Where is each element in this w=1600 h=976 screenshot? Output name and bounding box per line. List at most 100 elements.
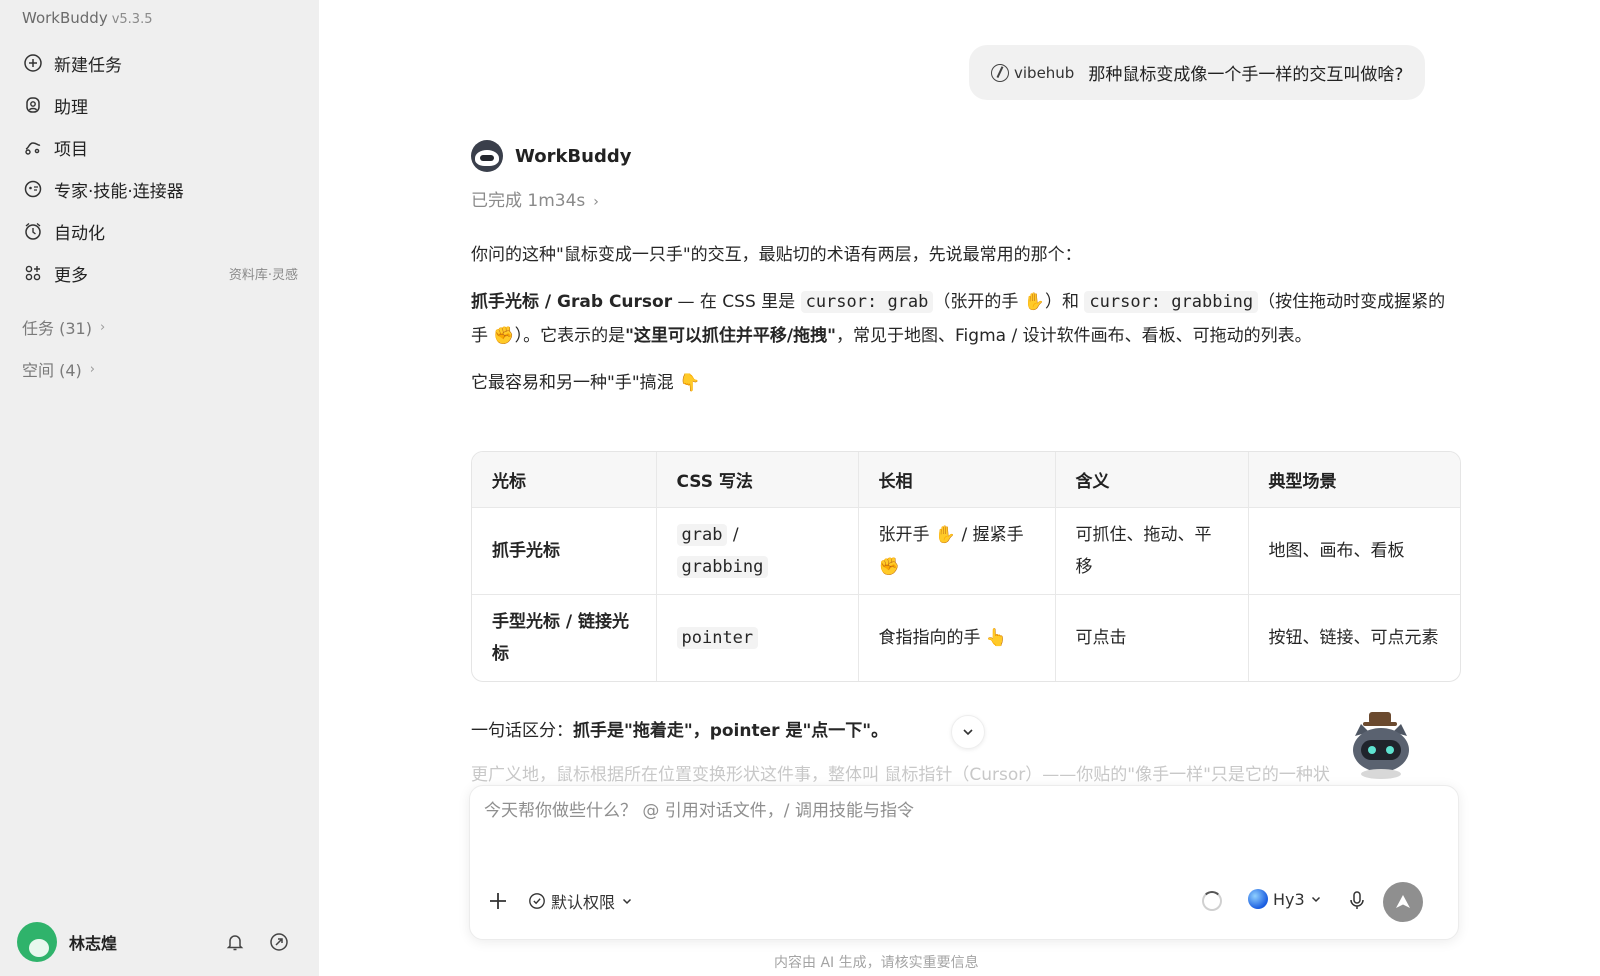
sidebar-item-more[interactable]: 更多 资料库·灵感 xyxy=(14,252,306,294)
avatar[interactable] xyxy=(17,922,57,962)
loading-spinner-icon xyxy=(1202,891,1222,911)
code-grabbing: grabbing xyxy=(676,555,769,578)
table-cell: 按钮、链接、可点元素 xyxy=(1268,627,1439,648)
table-cell: 可抓住、拖动、平移 xyxy=(1055,507,1249,595)
completion-status-text: 已完成 1m34s xyxy=(471,191,586,211)
chevron-right-icon: › xyxy=(593,194,599,210)
text-span: （张开的手 ✋）和 xyxy=(933,292,1085,312)
sidebar-item-label: 新建任务 xyxy=(54,55,122,76)
table-cell: 可点击 xyxy=(1055,594,1249,681)
user-name: 林志煌 xyxy=(69,934,118,953)
tasks-group-label: 任务 (31) xyxy=(22,319,92,338)
answer-paragraph-2: 抓手光标 / Grab Cursor — 在 CSS 里是 cursor: gr… xyxy=(471,285,1451,353)
app-version: v5.3.5 xyxy=(111,12,153,27)
summary-line: 一句话区分：抓手是"拖着走"，pointer 是"点一下"。 xyxy=(471,714,888,748)
sidebar-item-label: 自动化 xyxy=(54,223,105,244)
table-cell: 地图、画布、看板 xyxy=(1248,507,1460,595)
table-cell: pointer xyxy=(656,594,859,681)
table-cell: 手型光标 / 链接光标 xyxy=(472,594,657,681)
sidebar-item-experts[interactable]: 专家·技能·连接器 xyxy=(14,168,306,210)
table-header: 长相 xyxy=(858,452,1056,508)
summary-bold: 抓手是"拖着走"，pointer 是"点一下"。 xyxy=(573,721,889,741)
model-selector[interactable]: Hy3 xyxy=(1248,889,1322,909)
permission-selector[interactable]: 默认权限 xyxy=(528,889,633,913)
user-profile: 林志煌 xyxy=(17,920,307,964)
chevron-right-icon: › xyxy=(89,361,95,377)
scroll-down-button[interactable] xyxy=(951,715,985,749)
assistant-icon xyxy=(22,94,44,116)
table-header-row: 光标 CSS 写法 长相 含义 典型场景 xyxy=(472,452,1460,508)
code-grab: grab xyxy=(676,523,728,546)
completion-status[interactable]: 已完成 1m34s › xyxy=(471,186,599,211)
app-brand: WorkBuddy v5.3.5 xyxy=(22,9,152,27)
plus-circle-icon xyxy=(22,52,44,74)
chevron-down-icon xyxy=(1311,896,1320,903)
summary-prefix: 一句话区分： xyxy=(471,721,573,741)
sidebar: WorkBuddy v5.3.5 新建任务 助理 项目 专家·技能·连接器 自动… xyxy=(0,0,319,976)
chevron-down-icon xyxy=(622,898,632,905)
spaces-group-label: 空间 (4) xyxy=(22,361,82,380)
code-cursor-grab: cursor: grab xyxy=(800,291,934,313)
table-row: 手型光标 / 链接光标 pointer 食指指向的手 👆 可点击 按钮、链接、可… xyxy=(472,594,1460,681)
chevron-down-icon xyxy=(963,729,973,736)
table-header: 含义 xyxy=(1055,452,1249,508)
expert-icon xyxy=(22,178,44,200)
sidebar-item-automation[interactable]: 自动化 xyxy=(14,210,306,252)
context-chip[interactable]: vibehub xyxy=(991,63,1075,82)
composer-placeholder[interactable]: 今天帮你做些什么？ @ 引用对话文件，/ 调用技能与指令 xyxy=(484,796,914,821)
answer-paragraph-3: 它最容易和另一种"手"搞混 👇 xyxy=(471,373,701,393)
code-cursor-grabbing: cursor: grabbing xyxy=(1084,291,1259,313)
table-header: CSS 写法 xyxy=(656,452,859,508)
send-arrow-icon xyxy=(1396,895,1410,908)
faded-text: 更广义地，鼠标根据所在位置变换形状这件事，整体叫 鼠标指针（Cursor）——你… xyxy=(471,765,1330,782)
apps-icon xyxy=(22,262,44,284)
code-pointer: pointer xyxy=(676,626,759,649)
table-header: 光标 xyxy=(472,452,657,508)
sidebar-item-assistant[interactable]: 助理 xyxy=(14,84,306,126)
slash-circle-icon xyxy=(991,63,1009,82)
sidebar-item-new-task[interactable]: 新建任务 xyxy=(14,42,306,84)
plus-icon[interactable] xyxy=(486,889,510,913)
context-chip-label: vibehub xyxy=(1014,63,1075,82)
cursor-comparison-table: 光标 CSS 写法 长相 含义 典型场景 抓手光标 grab / grabbing… xyxy=(471,451,1461,682)
table-header: 典型场景 xyxy=(1248,452,1460,508)
assistant-name: WorkBuddy xyxy=(515,145,632,167)
model-orb-icon xyxy=(1248,889,1268,909)
sidebar-item-label: 专家·技能·连接器 xyxy=(54,181,184,202)
user-message: vibehub 那种鼠标变成像一个手一样的交互叫做啥? xyxy=(969,45,1426,100)
message-composer[interactable]: 今天帮你做些什么？ @ 引用对话文件，/ 调用技能与指令 默认权限 Hy3 xyxy=(469,785,1459,940)
chat-area: vibehub 那种鼠标变成像一个手一样的交互叫做啥? WorkBuddy 已完… xyxy=(319,0,1600,976)
bell-icon[interactable] xyxy=(223,930,247,954)
table-cell: 抓手光标 xyxy=(472,507,657,595)
table-cell: 食指指向的手 👆 xyxy=(858,594,1056,681)
text-span: ，常见于地图、Figma / 设计软件画布、看板、可拖动的列表。 xyxy=(836,326,1312,346)
term-grab-cursor: 抓手光标 / Grab Cursor xyxy=(471,292,673,312)
assistant-header: WorkBuddy xyxy=(471,140,631,172)
sidebar-item-extra: 资料库·灵感 xyxy=(228,267,298,283)
text-span: — 在 CSS 里是 xyxy=(672,292,801,312)
send-button[interactable] xyxy=(1383,882,1423,922)
mascot-robot-cat[interactable] xyxy=(1341,710,1421,780)
link-icon[interactable] xyxy=(267,930,291,954)
project-icon xyxy=(22,136,44,158)
sidebar-item-label: 项目 xyxy=(54,139,88,160)
tasks-group[interactable]: 任务 (31) › xyxy=(22,315,105,339)
ai-disclaimer: 内容由 AI 生成，请核实重要信息 xyxy=(774,955,979,971)
table-row: 抓手光标 grab / grabbing 张开手 ✋ / 握紧手 ✊ 可抓住、拖动… xyxy=(472,507,1460,595)
table-cell: grab / grabbing xyxy=(656,507,859,595)
emphasis-text: "这里可以抓住并平移/拖拽" xyxy=(625,326,837,346)
sidebar-nav: 新建任务 助理 项目 专家·技能·连接器 自动化 更多 资料库·灵感 xyxy=(14,42,306,294)
chevron-right-icon: › xyxy=(99,319,106,335)
user-message-text: 那种鼠标变成像一个手一样的交互叫做啥? xyxy=(1088,65,1404,85)
assistant-logo xyxy=(471,140,503,172)
model-label: Hy3 xyxy=(1273,889,1305,909)
spaces-group[interactable]: 空间 (4) › xyxy=(22,357,95,381)
alarm-clock-icon xyxy=(22,220,44,242)
microphone-icon[interactable] xyxy=(1346,889,1368,911)
sidebar-item-label: 助理 xyxy=(54,97,88,118)
sidebar-item-project[interactable]: 项目 xyxy=(14,126,306,168)
app-name: WorkBuddy xyxy=(22,9,108,27)
shield-check-icon xyxy=(529,893,545,909)
answer-paragraph-1: 你问的这种"鼠标变成一只手"的交互，最贴切的术语有两层，先说最常用的那个： xyxy=(471,245,1082,265)
permission-label: 默认权限 xyxy=(551,893,616,912)
